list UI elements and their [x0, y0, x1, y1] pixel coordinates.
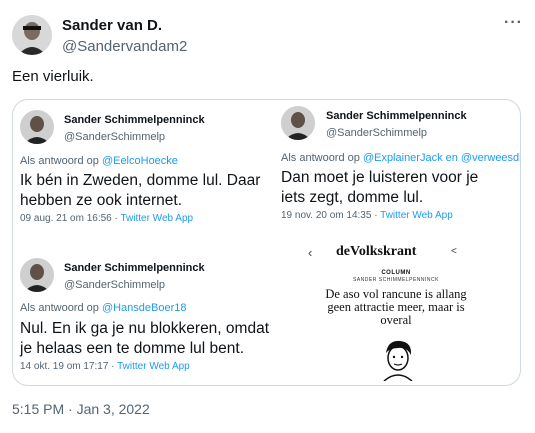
reply-prefix: Als antwoord op — [20, 155, 102, 167]
quoted-tweet-1: Sander Schimmelpenninck @SanderSchimmelp… — [20, 110, 265, 224]
quoted-date: 14 okt. 19 om 17:17 · — [20, 361, 118, 372]
reply-prefix: Als antwoord op — [281, 152, 363, 164]
quoted-body: Ik bén in Zweden, domme lul. Daar hebben… — [20, 172, 261, 209]
quoted-app: Twitter Web App — [120, 213, 194, 224]
volkskrant-topbar: ‹ deVolkskrant < — [296, 244, 496, 264]
quoted-body: Dan moet je luisteren voor je iets zegt,… — [281, 169, 479, 206]
volkskrant-logo: deVolkskrant — [336, 244, 417, 259]
quoted-avatar — [20, 258, 54, 292]
column-headline: De aso vol rancune is allang geen attrac… — [325, 287, 467, 327]
chevron-left-icon: ‹ — [308, 245, 313, 260]
quoted-name: Sander Schimmelpenninck — [64, 114, 205, 126]
reply-context: Als antwoord op @EelcoHoecke — [20, 155, 178, 167]
tweet-text: Een vierluik. — [12, 68, 94, 85]
reply-context: Als antwoord op @HansdeBoer18 — [20, 302, 187, 314]
reply-to-link: @EelcoHoecke — [101, 155, 178, 167]
quoted-tweet-3: Sander Schimmelpenninck @SanderSchimmelp… — [20, 258, 280, 373]
quoted-meta: 14 okt. 19 om 17:17 · Twitter Web App — [20, 361, 190, 372]
reply-context: Als antwoord op @ExplainerJack en @verwe… — [281, 152, 521, 164]
more-options-icon[interactable]: ··· — [504, 14, 523, 32]
quoted-name: Sander Schimmelpenninck — [326, 110, 467, 122]
column-author: SANDER SCHIMMELPENNINCK — [353, 277, 439, 283]
quoted-handle: @SanderSchimmelp — [326, 127, 428, 139]
quoted-handle: @SanderSchimmelp — [64, 279, 166, 291]
author-avatar[interactable] — [12, 15, 52, 55]
quoted-date: 19 nov. 20 om 14:35 · — [281, 210, 381, 221]
quoted-tweet-2: Sander Schimmelpenninck @SanderSchimmelp… — [271, 106, 520, 221]
quoted-name: Sander Schimmelpenninck — [64, 262, 205, 274]
volkskrant-article: ‹ deVolkskrant < COLUMN SANDER SCHIMMELP… — [296, 238, 501, 384]
tweet-header: Sander van D. @Sandervandam2 ··· — [12, 12, 523, 56]
quoted-avatar — [20, 110, 54, 144]
author-name[interactable]: Sander van D. — [62, 17, 162, 34]
quoted-handle: @SanderSchimmelp — [64, 131, 166, 143]
share-icon: < — [451, 246, 457, 257]
quoted-meta: 19 nov. 20 om 14:35 · Twitter Web App — [281, 210, 453, 221]
reply-prefix: Als antwoord op — [20, 302, 102, 314]
tweet-media[interactable]: Sander Schimmelpenninck @SanderSchimmelp… — [12, 99, 521, 386]
quoted-app: Twitter Web App — [117, 361, 190, 372]
quoted-meta: 09 aug. 21 om 16:56 · Twitter Web App — [20, 213, 193, 224]
tweet-timestamp[interactable]: 5:15 PM · Jan 3, 2022 — [12, 401, 150, 417]
column-label: COLUMN — [381, 270, 411, 276]
quoted-body: Nul. En ik ga je nu blokkeren, omdat je … — [20, 320, 269, 357]
reply-to-link: @HansdeBoer18 — [101, 302, 187, 314]
quoted-avatar — [281, 106, 315, 140]
quoted-date: 09 aug. 21 om 16:56 · — [20, 213, 121, 224]
author-handle[interactable]: @Sandervandam2 — [62, 38, 187, 55]
reply-to-link: @ExplainerJack en @verweesdlinks — [362, 152, 521, 164]
quoted-app: Twitter Web App — [380, 210, 453, 221]
author-illustration — [376, 337, 420, 382]
